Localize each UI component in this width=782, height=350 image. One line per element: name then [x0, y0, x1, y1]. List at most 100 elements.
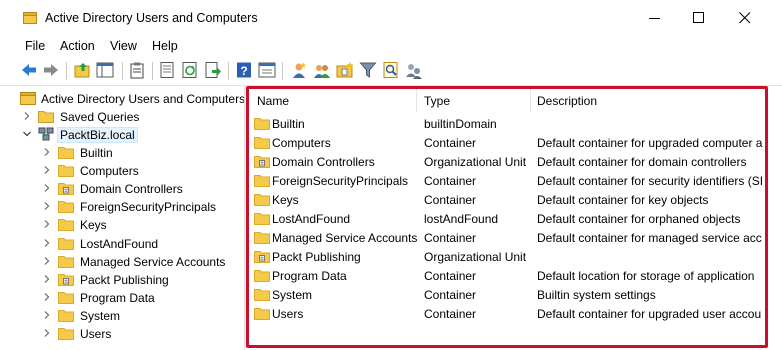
tree-item[interactable]: Keys — [18, 216, 244, 234]
tree-label: Program Data — [80, 290, 155, 305]
folder-icon — [58, 255, 74, 268]
window-title: Active Directory Users and Computers — [45, 11, 258, 25]
tree-item[interactable]: Domain Controllers — [18, 180, 244, 198]
navigation-tree: Active Directory Users and Computers Sav… — [18, 88, 245, 350]
chevron-right-icon[interactable] — [42, 328, 52, 338]
folder-icon — [254, 213, 270, 225]
minimize-button[interactable] — [640, 6, 670, 30]
show-tree-icon[interactable] — [96, 61, 114, 79]
cell-type: Container — [424, 231, 477, 245]
menu-action[interactable]: Action — [60, 39, 95, 53]
tree-item[interactable]: Packt Publishing — [18, 271, 244, 289]
list-row[interactable]: Users Container Default container for upgr… — [248, 304, 768, 323]
tree-label: Computers — [80, 164, 139, 179]
cell-name: Users — [272, 307, 304, 321]
tree-root[interactable]: Active Directory Users and Computers — [18, 90, 245, 108]
cell-description: Default location for storage of applicat… — [537, 269, 755, 283]
back-icon[interactable] — [20, 61, 38, 79]
tree-item[interactable]: LostAndFound — [18, 235, 244, 253]
column-divider[interactable] — [530, 88, 531, 112]
list-row[interactable]: Packt Publishing Organizational Unit — [248, 247, 768, 266]
tree-label: ForeignSecurityPrincipals — [80, 200, 217, 215]
tree-item[interactable]: ForeignSecurityPrincipals — [18, 198, 244, 216]
new-user-icon[interactable] — [290, 61, 308, 79]
chevron-right-icon[interactable] — [42, 165, 52, 175]
chevron-right-icon[interactable] — [42, 292, 52, 302]
tree-label: PacktBiz.local — [57, 127, 138, 143]
forward-icon[interactable] — [42, 61, 60, 79]
tree-item[interactable]: Program Data — [18, 289, 244, 307]
pane-splitter[interactable] — [244, 86, 246, 350]
new-ou-icon[interactable] — [336, 61, 354, 79]
maximize-icon — [693, 12, 704, 23]
find-icon[interactable] — [382, 61, 400, 79]
menu-view[interactable]: View — [110, 39, 137, 53]
up-folder-icon[interactable] — [74, 61, 92, 79]
folder-icon — [58, 219, 74, 232]
cell-name: Domain Controllers — [272, 155, 375, 169]
folder-icon — [254, 194, 270, 206]
list-row[interactable]: Program Data Container Default location fo… — [248, 266, 768, 285]
tree-item[interactable]: System — [18, 307, 244, 325]
menu-help[interactable]: Help — [152, 39, 178, 53]
cell-type: builtinDomain — [424, 117, 497, 131]
cell-description: Default container for security identifie… — [537, 174, 764, 188]
clipboard-icon[interactable] — [128, 61, 146, 79]
column-divider[interactable] — [416, 88, 417, 112]
column-header-name[interactable]: Name — [257, 94, 289, 108]
tree-label: System — [80, 308, 121, 323]
chevron-right-icon[interactable] — [42, 201, 52, 211]
tree-item-domain[interactable]: PacktBiz.local — [18, 126, 244, 144]
filter-icon[interactable] — [359, 61, 377, 79]
cell-name: ForeignSecurityPrincipals — [272, 174, 409, 188]
maximize-button[interactable] — [684, 6, 714, 30]
cell-type: Container — [424, 136, 477, 150]
toolbar-separator — [66, 62, 67, 80]
tree-label: Keys — [80, 218, 107, 233]
folder-icon — [254, 137, 270, 149]
column-header-description[interactable]: Description — [537, 94, 597, 108]
cell-type: Organizational Unit — [424, 250, 527, 264]
chevron-right-icon[interactable] — [42, 219, 52, 229]
export-list-icon[interactable] — [204, 61, 222, 79]
add-member-icon[interactable] — [405, 61, 423, 79]
tree-label: LostAndFound — [80, 236, 159, 251]
column-header-type[interactable]: Type — [424, 94, 450, 108]
tree-item[interactable]: Builtin — [18, 144, 244, 162]
chevron-right-icon[interactable] — [22, 111, 32, 121]
cell-name: Managed Service Accounts — [272, 231, 418, 245]
close-button[interactable] — [730, 6, 760, 30]
chevron-right-icon[interactable] — [42, 238, 52, 248]
refresh-icon[interactable] — [181, 61, 199, 79]
tree-item-saved-queries[interactable]: Saved Queries — [18, 108, 244, 126]
list-row[interactable]: ForeignSecurityPrincipals Container Defaul… — [248, 171, 768, 190]
chevron-right-icon[interactable] — [42, 256, 52, 266]
menu-file[interactable]: File — [25, 39, 45, 53]
new-group-icon[interactable] — [313, 61, 331, 79]
cell-type: Container — [424, 307, 477, 321]
list-row[interactable]: System Container Builtin system settings — [248, 285, 768, 304]
tree-item[interactable]: Managed Service Accounts — [18, 253, 244, 271]
list-row[interactable]: Computers Container Default container for … — [248, 133, 768, 152]
list-row[interactable]: Domain Controllers Organizational Unit Def… — [248, 152, 768, 171]
toolbar-separator — [282, 62, 283, 80]
properties-icon[interactable] — [158, 61, 176, 79]
organizational-unit-icon — [254, 251, 270, 263]
details-list: Name Type Description Builtin builtinDoma… — [248, 86, 768, 350]
chevron-right-icon[interactable] — [42, 147, 52, 157]
console-icon[interactable] — [258, 61, 276, 79]
cell-name: System — [272, 288, 313, 302]
cell-type: Organizational Unit — [424, 155, 527, 169]
chevron-right-icon[interactable] — [42, 274, 52, 284]
list-row[interactable]: Builtin builtinDomain — [248, 114, 768, 133]
list-row[interactable]: Keys Container Default container for key o… — [248, 190, 768, 209]
list-row[interactable]: Managed Service Accounts Container Default… — [248, 228, 768, 247]
tree-item[interactable]: Computers — [18, 162, 244, 180]
tree-item[interactable]: Users — [18, 325, 244, 343]
chevron-right-icon[interactable] — [42, 310, 52, 320]
chevron-right-icon[interactable] — [42, 183, 52, 193]
cell-description: Builtin system settings — [537, 288, 656, 302]
list-row[interactable]: LostAndFound lostAndFound Default containe… — [248, 209, 768, 228]
help-icon[interactable]: ? — [235, 61, 253, 79]
chevron-down-icon[interactable] — [22, 129, 32, 139]
